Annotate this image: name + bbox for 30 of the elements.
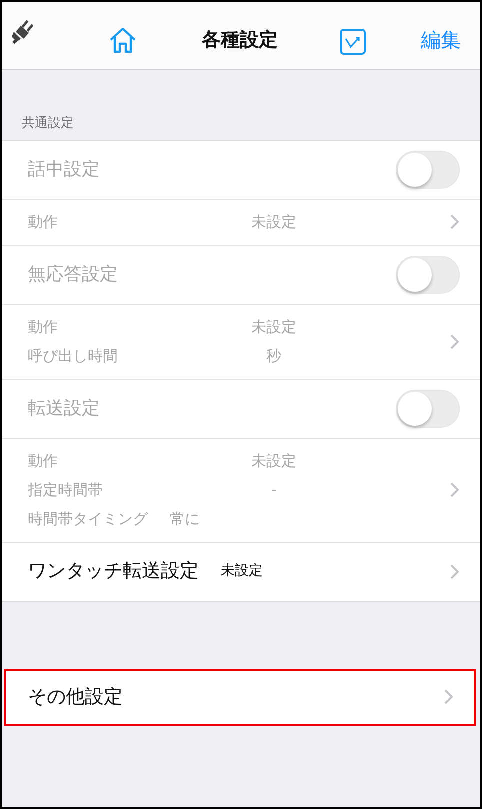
detail-value: 秒 (266, 346, 282, 367)
screen-title: 各種設定 (202, 28, 278, 53)
edit-link[interactable]: 編集 (421, 25, 461, 55)
detail-label: 動作 (28, 212, 59, 233)
detail-label: 動作 (28, 316, 59, 338)
chevron-icon (450, 564, 460, 580)
setting-row[interactable]: ワンタッチ転送設定 未設定 (2, 542, 480, 600)
detail-label: 動作 (28, 450, 59, 472)
chevron-icon (450, 482, 460, 498)
setting-label: ワンタッチ転送設定 (28, 559, 199, 584)
other-settings-row[interactable]: その他設定 (4, 668, 476, 726)
chevron-icon (450, 214, 460, 230)
detail-value: 未設定 (250, 212, 298, 233)
detail-value: 未設定 (250, 316, 298, 338)
setting-value: 未設定 (221, 562, 264, 581)
chevron-icon (444, 689, 454, 705)
detail-value: 常に (170, 508, 200, 530)
home-icon[interactable] (109, 26, 137, 54)
setting-label: その他設定 (28, 684, 124, 710)
setting-label: 無応答設定 (28, 263, 119, 287)
section-header: 共通設定 (21, 115, 75, 133)
detail-label: 呼び出し時間 (28, 346, 119, 367)
detail-value: - (270, 480, 278, 501)
detail-value: 未設定 (250, 450, 298, 472)
detail-label: 時間帯タイミング (28, 508, 148, 530)
detail-label: 指定時間帯 (28, 480, 104, 501)
chevron-icon (450, 334, 460, 350)
chart-icon[interactable] (340, 29, 366, 55)
setting-label: 話中設定 (28, 158, 101, 182)
setting-label: 転送設定 (28, 397, 101, 421)
